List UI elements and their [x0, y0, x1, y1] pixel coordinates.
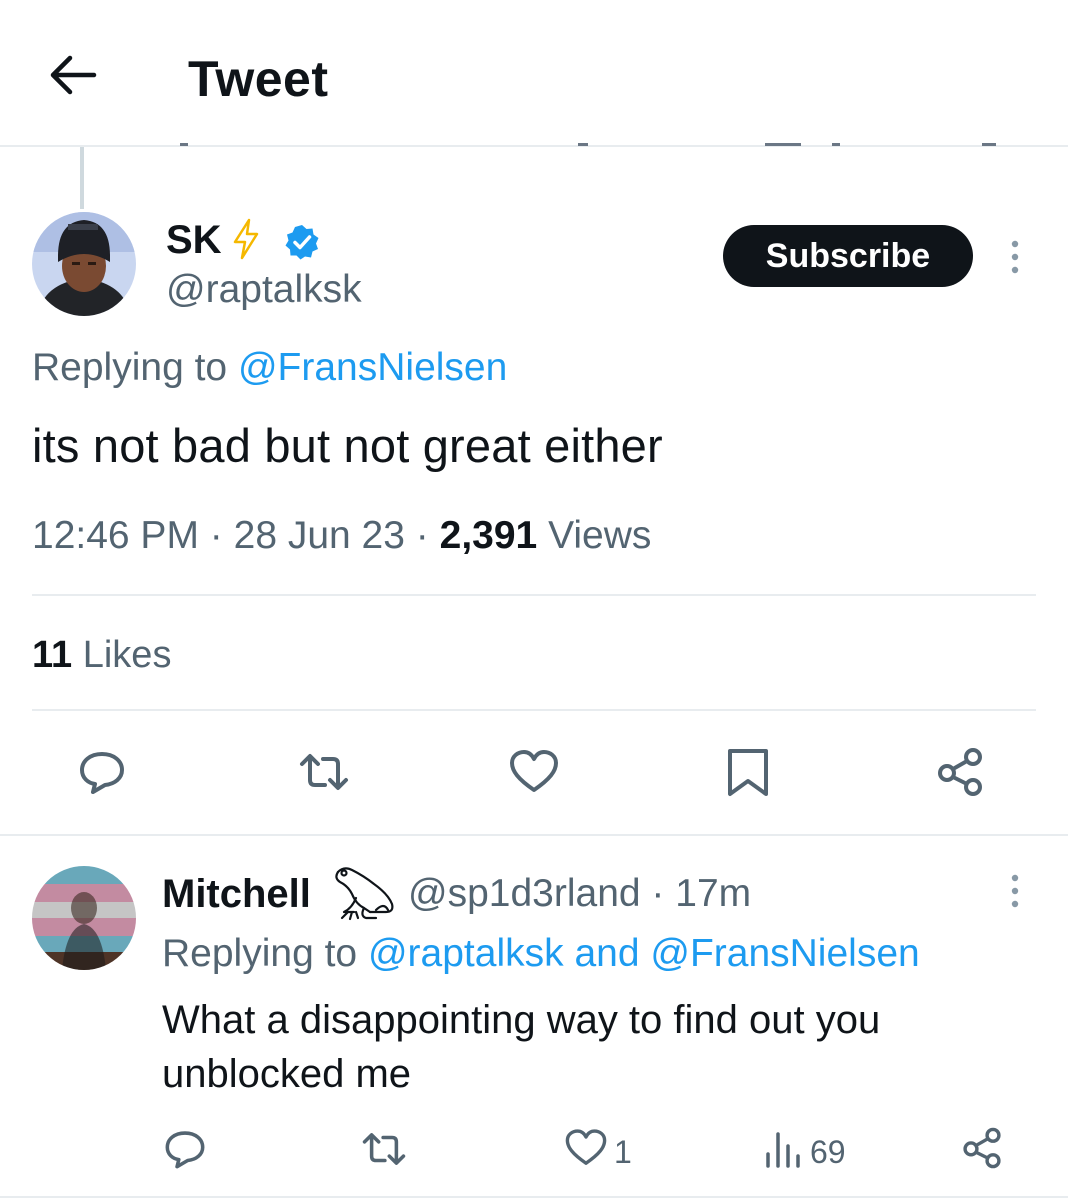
mention-link[interactable]: @FransNielsen	[238, 346, 507, 389]
replying-to-line: Replying to @FransNielsen	[32, 346, 507, 390]
likes-link[interactable]: 11 Likes	[32, 634, 171, 677]
bookmark-icon[interactable]	[722, 746, 774, 798]
display-name[interactable]: SK	[166, 218, 222, 263]
retweet-icon[interactable]	[360, 1126, 408, 1172]
replying-to-prefix: Replying to	[32, 346, 228, 389]
verified-badge-icon	[284, 224, 320, 260]
mention-link[interactable]: @raptalksk and @FransNielsen	[368, 932, 920, 975]
tweet-text: What a disappointing way to find out you…	[162, 998, 881, 1096]
reply-icon[interactable]	[76, 746, 128, 798]
views-count: 2,391	[439, 514, 538, 557]
views-count: 69	[810, 1133, 846, 1170]
clipped-content-fragment	[982, 143, 996, 146]
meta-separator: ·	[651, 872, 665, 915]
display-name[interactable]: Mitchell	[162, 872, 311, 917]
frog-icon	[330, 864, 402, 922]
avatar[interactable]	[32, 866, 136, 970]
retweet-icon[interactable]	[298, 746, 350, 798]
clipped-content-fragment	[578, 143, 588, 146]
like-icon[interactable]	[564, 1126, 608, 1178]
views-button[interactable]: 69	[764, 1126, 846, 1178]
header-divider	[0, 145, 1068, 147]
like-count: 1	[614, 1133, 632, 1170]
clipped-content-fragment	[180, 143, 188, 146]
page-title: Tweet	[188, 51, 329, 107]
subscribe-button[interactable]: Subscribe	[723, 225, 973, 287]
views-icon[interactable]	[764, 1126, 804, 1178]
meta-separator: ·	[415, 514, 429, 557]
divider	[32, 594, 1036, 596]
clipped-content-fragment	[832, 143, 840, 146]
thread-connector-line	[80, 147, 84, 209]
share-icon[interactable]	[960, 1126, 1004, 1170]
likes-label: Likes	[82, 634, 172, 676]
meta-separator: ·	[209, 514, 223, 557]
tweet-meta: 12:46 PM · 28 Jun 23 · 2,391 Views	[32, 514, 651, 558]
divider	[32, 709, 1036, 711]
reply-meta: @sp1d3rland · 17m	[408, 872, 751, 916]
tweet-text: its not bad but not great either	[32, 419, 663, 472]
user-handle[interactable]: @sp1d3rland	[408, 872, 641, 915]
tweet-age[interactable]: 17m	[675, 872, 751, 915]
user-handle[interactable]: @raptalksk	[166, 268, 362, 312]
replying-to-line: Replying to @raptalksk and @FransNielsen	[162, 932, 920, 976]
back-arrow-icon[interactable]	[46, 52, 98, 98]
likes-count: 11	[32, 634, 73, 676]
more-options-icon[interactable]	[1004, 872, 1026, 912]
divider	[0, 1196, 1068, 1198]
tweet-date[interactable]: 28 Jun 23	[234, 514, 405, 557]
lightning-icon	[230, 218, 262, 260]
more-options-icon[interactable]	[1004, 238, 1026, 278]
like-icon[interactable]	[508, 746, 560, 798]
share-icon[interactable]	[934, 746, 986, 798]
reply-icon[interactable]	[162, 1126, 208, 1172]
tweet-time[interactable]: 12:46 PM	[32, 514, 199, 557]
clipped-content-fragment	[765, 143, 801, 146]
views-label: Views	[548, 514, 652, 557]
replying-to-prefix: Replying to	[162, 932, 358, 975]
divider	[0, 834, 1068, 836]
avatar[interactable]	[32, 212, 136, 316]
like-button[interactable]: 1	[564, 1126, 632, 1178]
